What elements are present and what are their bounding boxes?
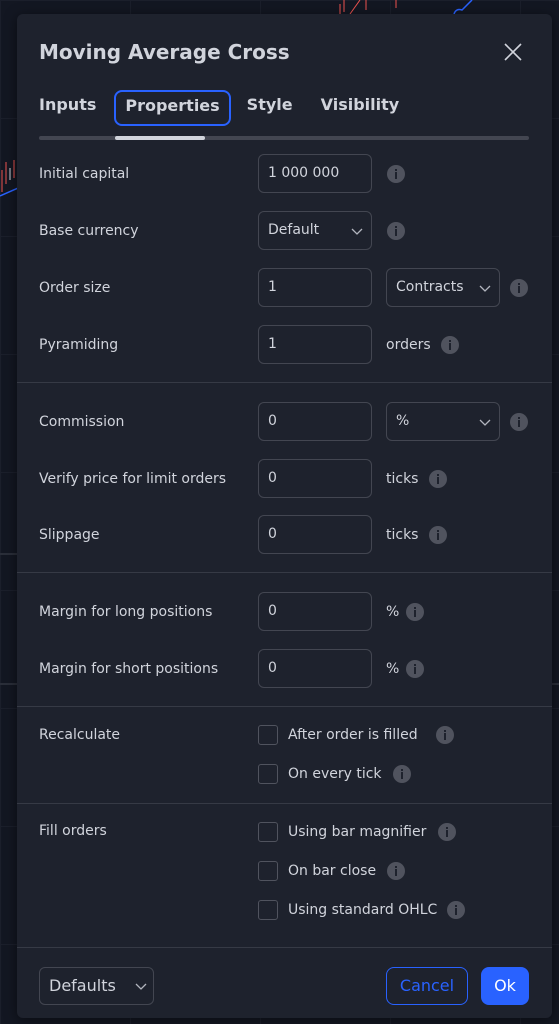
margin-long-suffix: % — [386, 604, 400, 620]
chart-candles-left — [0, 160, 18, 197]
info-icon[interactable] — [441, 336, 459, 354]
info-icon[interactable] — [510, 413, 528, 431]
section-divider — [17, 382, 552, 383]
fill-orders-label: Fill orders — [39, 823, 107, 839]
recalc-on-every-tick[interactable]: On every tick — [258, 764, 428, 788]
slippage-suffix: ticks — [386, 527, 419, 543]
info-icon[interactable] — [387, 222, 405, 240]
checkbox-label: On bar close — [288, 863, 377, 879]
chart-gridline — [0, 683, 18, 685]
commission-label: Commission — [39, 414, 125, 430]
info-icon[interactable] — [510, 279, 528, 297]
checkbox-label: On every tick — [288, 766, 382, 782]
margin-short-row: Margin for short positions 0 % — [17, 649, 552, 689]
tab-inputs[interactable]: Inputs — [39, 92, 96, 126]
tab-track — [39, 136, 529, 140]
cancel-button[interactable]: Cancel — [386, 967, 468, 1005]
commission-unit-select[interactable]: % — [386, 402, 500, 441]
margin-long-row: Margin for long positions 0 % — [17, 592, 552, 632]
recalc-after-order-filled[interactable]: After order is filled — [258, 725, 478, 749]
footer-divider — [17, 947, 552, 948]
pyramiding-input[interactable]: 1 — [258, 325, 372, 364]
pyramiding-row: Pyramiding 1 orders — [17, 325, 552, 365]
fill-using-standard-ohlc[interactable]: Using standard OHLC — [258, 900, 488, 924]
margin-short-input[interactable]: 0 — [258, 649, 372, 688]
fill-on-bar-close[interactable]: On bar close — [258, 861, 428, 885]
order-size-unit-select[interactable]: Contracts — [386, 268, 500, 307]
checkbox-label: Using standard OHLC — [288, 902, 438, 918]
info-icon[interactable] — [387, 862, 405, 880]
order-size-label: Order size — [39, 280, 111, 296]
verify-price-suffix: ticks — [386, 471, 419, 487]
section-divider — [17, 572, 552, 573]
active-tab-indicator — [115, 136, 205, 140]
tab-style[interactable]: Style — [247, 92, 293, 126]
base-currency-row: Base currency Default — [17, 211, 552, 251]
base-currency-select[interactable]: Default — [258, 211, 372, 250]
checkbox[interactable] — [258, 861, 278, 881]
strategy-properties-dialog: Moving Average Cross Inputs Properties S… — [17, 14, 552, 1018]
info-icon[interactable] — [393, 765, 411, 783]
initial-capital-label: Initial capital — [39, 166, 130, 182]
section-divider — [17, 706, 552, 707]
chart-gridline — [0, 553, 18, 555]
margin-long-input[interactable]: 0 — [258, 592, 372, 631]
checkbox-label: Using bar magnifier — [288, 824, 427, 840]
tab-visibility[interactable]: Visibility — [321, 92, 400, 126]
base-currency-value: Default — [268, 222, 320, 238]
margin-short-suffix: % — [386, 661, 400, 677]
order-size-row: Order size 1 Contracts — [17, 268, 552, 308]
slippage-row: Slippage 0 ticks — [17, 515, 552, 555]
tab-properties[interactable]: Properties — [114, 90, 231, 126]
section-divider — [17, 803, 552, 804]
chevron-down-icon — [479, 419, 491, 426]
dialog-title: Moving Average Cross — [39, 40, 290, 64]
info-icon[interactable] — [429, 470, 447, 488]
defaults-label: Defaults — [49, 976, 116, 995]
checkbox[interactable] — [258, 822, 278, 842]
checkbox[interactable] — [258, 725, 278, 745]
chevron-down-icon — [351, 228, 363, 235]
pyramiding-label: Pyramiding — [39, 337, 119, 353]
ok-button[interactable]: Ok — [481, 967, 529, 1005]
base-currency-label: Base currency — [39, 223, 139, 239]
info-icon[interactable] — [429, 526, 447, 544]
recalculate-label: Recalculate — [39, 727, 121, 743]
slippage-label: Slippage — [39, 527, 100, 543]
commission-input[interactable]: 0 — [258, 402, 372, 441]
margin-long-label: Margin for long positions — [39, 604, 213, 620]
close-icon — [504, 43, 522, 61]
initial-capital-row: Initial capital 1 000 000 — [17, 154, 552, 194]
slippage-input[interactable]: 0 — [258, 515, 372, 554]
info-icon[interactable] — [406, 660, 424, 678]
tab-bar: Inputs Properties Style Visibility — [39, 90, 427, 128]
verify-price-row: Verify price for limit orders 0 ticks — [17, 459, 552, 499]
close-button[interactable] — [501, 40, 525, 64]
checkbox[interactable] — [258, 900, 278, 920]
pyramiding-suffix: orders — [386, 337, 431, 353]
commission-unit-value: % — [396, 413, 410, 429]
info-icon[interactable] — [387, 165, 405, 183]
commission-row: Commission 0 % — [17, 402, 552, 442]
info-icon[interactable] — [436, 726, 454, 744]
chevron-down-icon — [135, 983, 147, 990]
chevron-down-icon — [479, 285, 491, 292]
defaults-dropdown[interactable]: Defaults — [39, 967, 154, 1005]
checkbox[interactable] — [258, 764, 278, 784]
checkbox-label: After order is filled — [288, 727, 418, 743]
margin-short-label: Margin for short positions — [39, 661, 219, 677]
info-icon[interactable] — [438, 823, 456, 841]
verify-price-label: Verify price for limit orders — [39, 471, 227, 487]
initial-capital-input[interactable]: 1 000 000 — [258, 154, 372, 193]
order-size-input[interactable]: 1 — [258, 268, 372, 307]
verify-price-input[interactable]: 0 — [258, 459, 372, 498]
chart-gridline — [552, 683, 559, 685]
info-icon[interactable] — [406, 603, 424, 621]
order-size-unit-value: Contracts — [396, 279, 464, 295]
info-icon[interactable] — [447, 901, 465, 919]
fill-using-bar-magnifier[interactable]: Using bar magnifier — [258, 822, 478, 846]
